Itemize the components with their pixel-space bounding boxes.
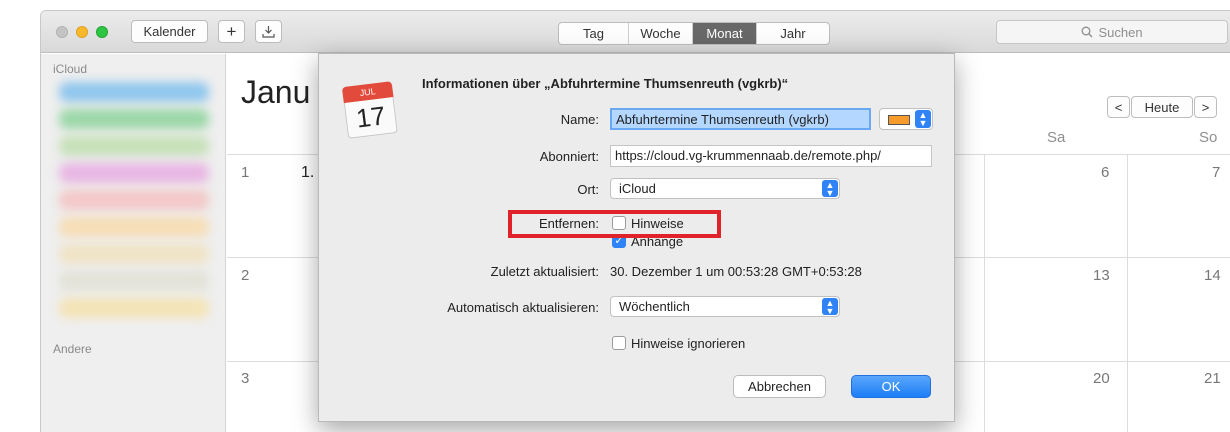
- tab-week[interactable]: Woche: [629, 23, 693, 44]
- name-field[interactable]: Abfuhrtermine Thumsenreuth (vgkrb): [610, 108, 871, 130]
- cancel-button[interactable]: Abbrechen: [733, 375, 826, 398]
- week-number: 3: [241, 370, 250, 387]
- month-title: Janu: [241, 74, 311, 110]
- location-label: Ort:: [577, 182, 599, 197]
- download-button[interactable]: [255, 20, 282, 43]
- sidebar-item-blurred[interactable]: [59, 244, 209, 264]
- sidebar-item-blurred[interactable]: [59, 109, 209, 129]
- last-updated-label: Zuletzt aktualisiert:: [490, 264, 599, 279]
- auto-refresh-label: Automatisch aktualisieren:: [447, 300, 599, 315]
- sidebar-item-blurred[interactable]: [59, 217, 209, 237]
- calendar-icon-day: 17: [343, 97, 398, 139]
- chevron-updown-icon: ▲ ▼: [822, 180, 838, 198]
- zoom-window-button[interactable]: [96, 26, 108, 38]
- chevron-updown-icon: ▲ ▼: [915, 110, 931, 128]
- day-cell-number[interactable]: 7: [1212, 164, 1220, 181]
- day-cell-number[interactable]: 20: [1093, 370, 1110, 387]
- subscription-url-field[interactable]: https://cloud.vg-krummennaab.de/remote.p…: [610, 145, 932, 167]
- subscribed-label: Abonniert:: [539, 149, 599, 164]
- dialog-title: Informationen über „Abfuhrtermine Thumse…: [422, 76, 789, 91]
- grid-line: [984, 154, 985, 432]
- week-number: 1: [241, 164, 250, 181]
- calendar-info-dialog: JUL 17 Informationen über „Abfuhrtermine…: [318, 53, 955, 422]
- today-button[interactable]: Heute: [1131, 96, 1193, 118]
- day-cell-number[interactable]: 21: [1204, 370, 1221, 387]
- search-placeholder: Suchen: [1098, 24, 1143, 40]
- minimize-window-button[interactable]: [76, 26, 88, 38]
- sidebar-item-blurred[interactable]: [59, 298, 209, 318]
- day-name-sunday: So: [1199, 129, 1218, 146]
- sidebar-section-icloud: iCloud: [53, 62, 88, 76]
- ignore-alerts-checkbox[interactable]: [612, 336, 626, 350]
- search-field[interactable]: Suchen: [996, 20, 1228, 44]
- day-cell-number[interactable]: 1.: [301, 164, 314, 182]
- download-icon: [262, 26, 275, 38]
- sidebar-item-blurred[interactable]: [59, 163, 209, 183]
- calendars-button[interactable]: Kalender: [131, 20, 208, 43]
- name-label: Name:: [560, 112, 599, 127]
- chevron-updown-icon: ▲ ▼: [822, 298, 838, 316]
- sidebar-item-blurred[interactable]: [59, 190, 209, 210]
- week-number: 2: [241, 267, 250, 284]
- toolbar: Kalender + Tag Woche Monat Jahr Suchen: [41, 11, 1230, 53]
- tab-month[interactable]: Monat: [693, 23, 757, 44]
- sidebar-section-other: Andere: [53, 342, 92, 356]
- sidebar-item-blurred[interactable]: [59, 136, 209, 156]
- day-cell-number[interactable]: 6: [1101, 164, 1109, 181]
- auto-refresh-value: Wöchentlich: [619, 299, 690, 314]
- day-cell-number[interactable]: 13: [1093, 267, 1110, 284]
- previous-month-button[interactable]: <: [1107, 96, 1130, 118]
- color-picker[interactable]: ▲ ▼: [879, 108, 933, 130]
- tab-year[interactable]: Jahr: [757, 23, 829, 44]
- search-icon: [1082, 26, 1093, 38]
- sidebar-item-blurred[interactable]: [59, 82, 209, 102]
- next-month-button[interactable]: >: [1194, 96, 1217, 118]
- grid-line: [1127, 154, 1128, 432]
- red-highlight-box: [508, 210, 721, 238]
- auto-refresh-popup[interactable]: Wöchentlich ▲ ▼: [610, 296, 840, 317]
- day-name-saturday: Sa: [1047, 129, 1066, 146]
- ok-button[interactable]: OK: [851, 375, 931, 398]
- sidebar-item-blurred[interactable]: [59, 271, 209, 291]
- add-event-button[interactable]: +: [218, 20, 245, 43]
- location-value: iCloud: [619, 181, 656, 196]
- close-window-button[interactable]: [56, 26, 68, 38]
- tab-day[interactable]: Tag: [559, 23, 629, 44]
- location-popup[interactable]: iCloud ▲ ▼: [610, 178, 840, 199]
- color-swatch: [888, 115, 910, 125]
- view-switcher: Tag Woche Monat Jahr: [558, 22, 830, 45]
- last-updated-value: 30. Dezember 1 um 00:53:28 GMT+0:53:28: [610, 264, 862, 279]
- calendar-app-icon: JUL 17: [341, 81, 398, 141]
- sidebar: iCloud Andere: [41, 54, 226, 432]
- ignore-alerts-label: Hinweise ignorieren: [631, 336, 746, 351]
- day-cell-number[interactable]: 14: [1204, 267, 1221, 284]
